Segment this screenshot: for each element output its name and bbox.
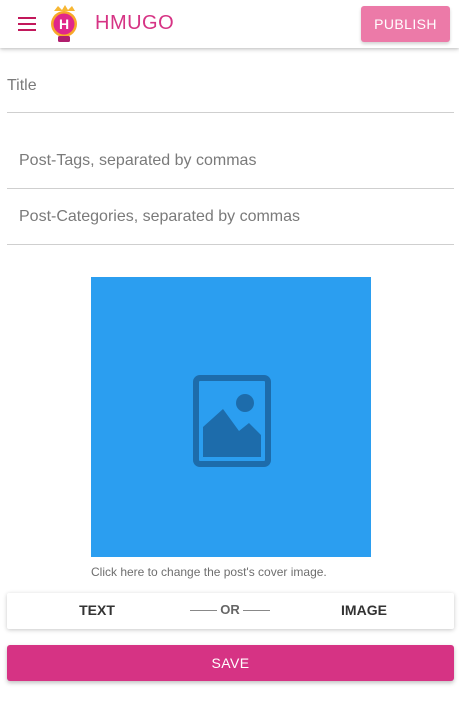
categories-input[interactable] [7, 202, 459, 232]
logo-letter: H [59, 16, 69, 32]
title-input[interactable] [7, 72, 454, 100]
tags-input[interactable] [7, 146, 459, 176]
app-brand: HMUGO [95, 12, 175, 34]
cover-caption: Click here to change the post's cover im… [91, 565, 327, 579]
app-bar: H HMUGO PUBLISH [0, 0, 459, 48]
separator-line [243, 610, 270, 611]
text-mode-button[interactable]: TEXT [47, 593, 147, 629]
menu-icon[interactable] [14, 12, 40, 36]
tags-field-wrapper [7, 146, 459, 189]
title-field-wrapper [7, 72, 454, 113]
content-mode-toggle: TEXT OR IMAGE [7, 593, 454, 629]
image-mode-button[interactable]: IMAGE [314, 593, 414, 629]
logo: H [48, 5, 80, 43]
categories-field-wrapper [7, 202, 459, 245]
cover-image[interactable] [91, 277, 371, 557]
publish-button[interactable]: PUBLISH [361, 6, 450, 42]
or-separator: OR [190, 593, 270, 629]
image-placeholder-icon [193, 375, 271, 467]
save-button[interactable]: SAVE [7, 645, 454, 681]
